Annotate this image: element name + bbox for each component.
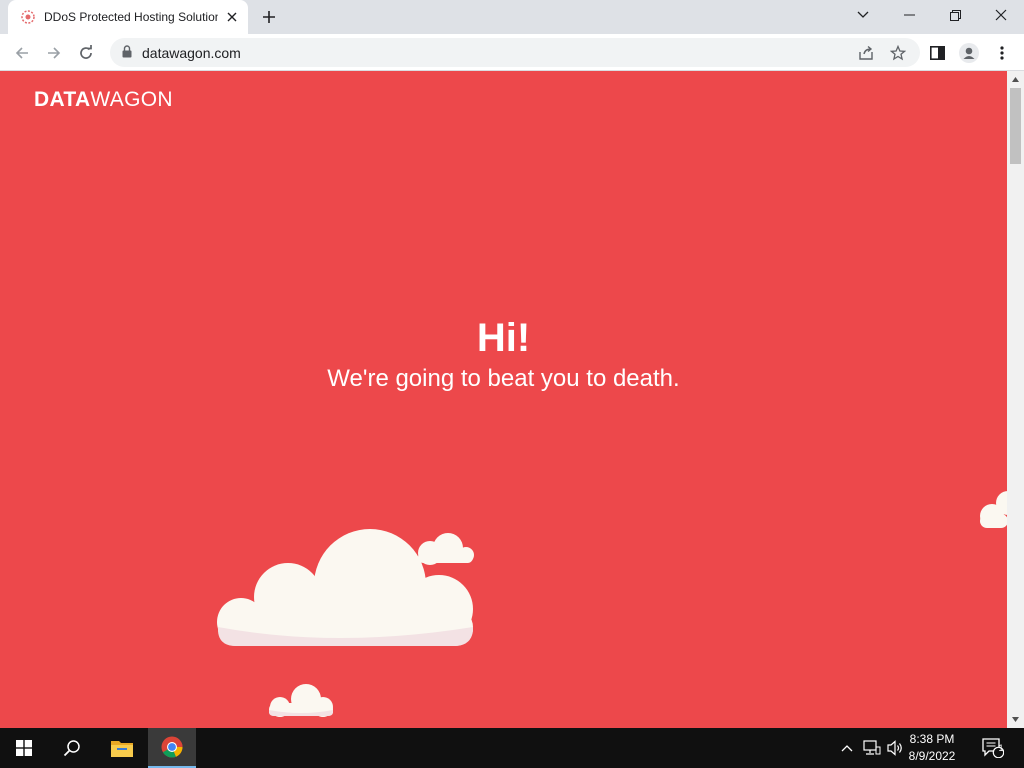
tab-strip: DDoS Protected Hosting Solutions — [0, 0, 1024, 34]
scroll-up-icon[interactable] — [1007, 71, 1024, 88]
menu-icon[interactable] — [988, 39, 1016, 67]
hero-subtitle: We're going to beat you to death. — [327, 365, 680, 392]
search-icon[interactable] — [48, 728, 96, 768]
page-scrollbar[interactable] — [1007, 71, 1024, 728]
lock-icon[interactable] — [122, 43, 132, 62]
page-viewport: DATAWAGON Hi! We're going to beat you to… — [0, 71, 1024, 728]
logo-bold-text: DATA — [34, 88, 91, 111]
profile-icon[interactable] — [955, 39, 983, 67]
small-cloud-illustration — [269, 684, 333, 717]
notification-count: 1 — [998, 743, 1004, 753]
logo-light-text: WAGON — [90, 88, 173, 111]
address-bar[interactable]: datawagon.com — [110, 38, 920, 67]
edge-cloud-illustration — [980, 491, 1008, 528]
close-icon[interactable] — [978, 0, 1024, 30]
clock-time: 8:38 PM — [909, 732, 955, 746]
back-icon[interactable] — [8, 39, 36, 67]
share-icon[interactable] — [852, 39, 880, 67]
network-icon[interactable] — [860, 728, 884, 768]
restore-icon[interactable] — [932, 0, 978, 30]
tab-title: DDoS Protected Hosting Solutions — [44, 10, 218, 24]
datawagon-logo[interactable]: DATAWAGON — [34, 88, 173, 112]
windows-start-icon[interactable] — [0, 728, 48, 768]
notification-icon[interactable]: 1 — [976, 728, 1010, 768]
tab-close-icon[interactable] — [224, 9, 240, 25]
chrome-icon[interactable] — [148, 728, 196, 768]
clock-date: 8/9/2022 — [908, 749, 956, 763]
hero: Hi! We're going to beat you to death. — [0, 314, 1007, 394]
file-explorer-icon[interactable] — [98, 728, 146, 768]
tab-search-icon[interactable] — [840, 0, 886, 30]
large-cloud-illustration — [217, 529, 474, 646]
forward-icon[interactable] — [40, 39, 68, 67]
url-text: datawagon.com — [142, 44, 241, 61]
scroll-down-icon[interactable] — [1007, 711, 1024, 728]
minimize-icon[interactable] — [886, 0, 932, 30]
chevron-up-icon[interactable] — [836, 728, 858, 768]
browser-toolbar: datawagon.com — [0, 34, 1024, 71]
new-tab-icon[interactable] — [258, 6, 280, 28]
browser-tab[interactable]: DDoS Protected Hosting Solutions — [8, 0, 248, 34]
star-icon[interactable] — [884, 39, 912, 67]
windows-taskbar: 8:38 PM 8/9/2022 1 — [0, 728, 1024, 768]
scroll-thumb[interactable] — [1010, 88, 1021, 164]
datawagon-favicon-icon — [20, 9, 36, 25]
clock[interactable]: 8:38 PM 8/9/2022 — [902, 731, 962, 765]
reload-icon[interactable] — [72, 39, 100, 67]
hero-title: Hi! — [476, 316, 531, 360]
side-panel-icon[interactable] — [923, 39, 951, 67]
